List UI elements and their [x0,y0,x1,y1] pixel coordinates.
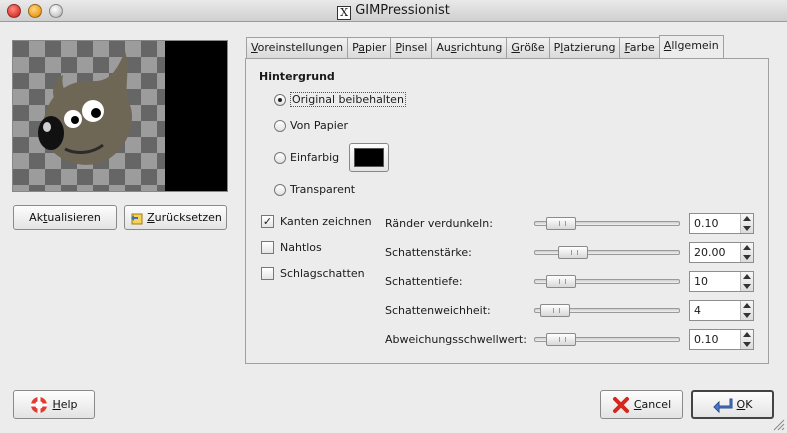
slider-thumb[interactable] [558,246,588,259]
tab-orientation[interactable]: Ausrichtung [431,37,508,58]
ok-return-icon [712,398,733,413]
spin-shadow-darkness[interactable]: 20.00 [689,242,754,263]
checkbox[interactable]: ✓ [261,215,274,228]
reset-preview-button[interactable]: Zurücksetzen [124,205,227,230]
cancel-x-icon [612,396,629,413]
radio-transparent[interactable]: Transparent [274,183,355,196]
radio-from-paper[interactable]: Von Papier [274,119,348,132]
label-shadow-depth: Schattentiefe: [385,275,463,288]
spin-shadow-depth[interactable]: 10 [689,271,754,292]
check-paint-edges[interactable]: ✓ Kanten zeichnen [261,215,372,228]
slider-shadow-depth[interactable] [534,275,680,288]
slider-edge-darken[interactable] [534,217,680,230]
solid-color-button[interactable] [349,143,389,172]
label-edge-darken: Ränder verdunkeln: [385,217,493,230]
tab-presets[interactable]: Voreinstellungen [246,37,349,58]
ok-button[interactable]: OK [691,390,774,419]
help-lifebuoy-icon [31,396,48,413]
increment-arrow-icon[interactable] [743,216,751,221]
update-preview-button[interactable]: Aktualisieren [13,205,117,230]
slider-thumb[interactable] [540,304,570,317]
label-shadow-blur: Schattenweichheit: [385,304,491,317]
increment-arrow-icon[interactable] [743,332,751,337]
label-deviation-threshold: Abweichungsschwellwert: [385,333,527,346]
checkbox[interactable] [261,241,274,254]
help-button[interactable]: Help [13,390,95,419]
check-drop-shadow[interactable]: Schlagschatten [261,267,365,280]
radio-keep-original[interactable]: Original beibehalten [274,92,406,107]
radio-button[interactable] [274,119,286,132]
window-title: GIMPressionist [355,3,450,18]
radio-button[interactable] [274,151,286,164]
radio-button[interactable] [274,93,286,106]
tab-paper[interactable]: Papier [347,37,392,58]
radio-button[interactable] [274,183,286,196]
slider-shadow-blur[interactable] [534,304,680,317]
title-bar: X GIMPressionist [0,0,787,22]
cancel-button[interactable]: Cancel [600,390,683,419]
slider-deviation-threshold[interactable] [534,333,680,346]
background-heading: Hintergrund [259,70,335,83]
tab-size[interactable]: Größe [506,37,550,58]
revert-icon [131,213,143,224]
spin-deviation-threshold[interactable]: 0.10 [689,329,754,350]
slider-thumb[interactable] [546,275,576,288]
decrement-arrow-icon[interactable] [743,342,751,347]
increment-arrow-icon[interactable] [743,245,751,250]
decrement-arrow-icon[interactable] [743,255,751,260]
spin-edge-darken[interactable]: 0.10 [689,213,754,234]
color-swatch [354,148,384,167]
decrement-arrow-icon[interactable] [743,284,751,289]
slider-shadow-darkness[interactable] [534,246,680,259]
slider-thumb[interactable] [546,333,576,346]
resize-grip-icon[interactable] [773,419,785,431]
radio-solid[interactable]: Einfarbig [274,151,339,164]
label-shadow-darkness: Schattenstärke: [385,246,472,259]
checkbox[interactable] [261,267,274,280]
tab-color[interactable]: Farbe [619,37,660,58]
tab-brush[interactable]: Pinsel [390,37,433,58]
decrement-arrow-icon[interactable] [743,313,751,318]
tab-strip: Voreinstellungen Papier Pinsel Ausrichtu… [246,35,724,58]
x11-app-icon: X [337,6,352,20]
slider-thumb[interactable] [546,217,576,230]
decrement-arrow-icon[interactable] [743,226,751,231]
increment-arrow-icon[interactable] [743,303,751,308]
spin-shadow-blur[interactable]: 4 [689,300,754,321]
tab-placement[interactable]: Platzierung [548,37,621,58]
tab-general[interactable]: Allgemein [658,35,724,58]
check-tileable[interactable]: Nahtlos [261,241,322,254]
preview-image [12,40,228,192]
increment-arrow-icon[interactable] [743,274,751,279]
